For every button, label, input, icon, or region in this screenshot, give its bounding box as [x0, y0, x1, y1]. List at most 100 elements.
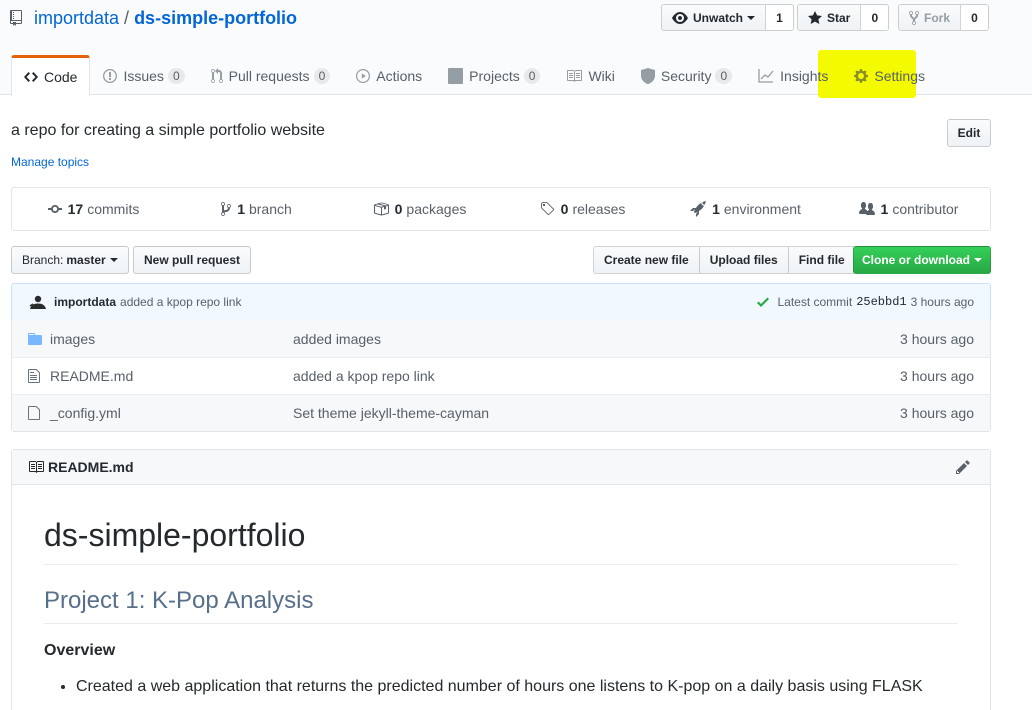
- play-icon: [356, 68, 371, 83]
- repo-owner-link[interactable]: importdata: [34, 8, 119, 29]
- commits-link[interactable]: 17 commits: [12, 188, 175, 230]
- releases-label: releases: [572, 201, 626, 217]
- tab-label: Wiki: [588, 67, 615, 84]
- table-row: _config.yml Set theme jekyll-theme-cayma…: [12, 394, 990, 431]
- find-file-button[interactable]: Find file: [788, 247, 855, 273]
- file-icon: [28, 368, 44, 384]
- repo-icon: [10, 10, 26, 26]
- readme-title: ds-simple-portfolio: [44, 517, 958, 565]
- fork-count[interactable]: 0: [960, 5, 989, 30]
- table-row: README.md added a kpop repo link 3 hours…: [12, 357, 990, 394]
- gear-icon: [854, 68, 869, 83]
- tab-security[interactable]: Security 0: [628, 55, 745, 95]
- file-name-link[interactable]: README.md: [50, 368, 293, 384]
- shield-icon: [640, 67, 655, 84]
- avatar[interactable]: [28, 292, 48, 312]
- manage-topics-link[interactable]: Manage topics: [11, 155, 89, 169]
- tab-label: Insights: [780, 67, 829, 84]
- readme-header: README.md: [12, 450, 990, 485]
- readme-overview-heading: Overview: [44, 642, 116, 659]
- file-commit-message-link[interactable]: added images: [293, 331, 900, 347]
- watch-count[interactable]: 1: [765, 5, 794, 30]
- star-label: Star: [827, 10, 851, 25]
- commit-message-link[interactable]: added a kpop repo link: [120, 295, 241, 309]
- people-icon: [858, 202, 875, 215]
- fork-button[interactable]: Fork: [899, 5, 961, 30]
- tab-projects[interactable]: Projects 0: [435, 55, 553, 95]
- new-pull-request-button[interactable]: New pull request: [133, 246, 252, 274]
- counter-badge: 0: [523, 67, 541, 84]
- file-actions-group: Create new file Upload files Find file: [593, 246, 856, 274]
- counter-badge: 0: [167, 67, 185, 84]
- tab-label: Actions: [376, 67, 423, 84]
- repo-name-link[interactable]: ds-simple-portfolio: [134, 8, 297, 29]
- tab-wiki[interactable]: Wiki: [553, 55, 627, 95]
- watch-button[interactable]: Unwatch: [662, 5, 766, 30]
- latest-commit-info: Latest commit 25ebbd1 3 hours ago: [757, 294, 974, 310]
- tab-label: Settings: [874, 67, 925, 84]
- counter-badge: 0: [313, 67, 331, 84]
- commit-icon: [47, 205, 62, 213]
- readme-panel: README.md ds-simple-portfolio Project 1:…: [11, 449, 991, 710]
- repo-title: importdata / ds-simple-portfolio: [10, 6, 297, 30]
- readme-bullet-list: Created a web application that returns t…: [44, 678, 958, 696]
- file-name-link[interactable]: _config.yml: [50, 405, 293, 421]
- releases-link[interactable]: 0 releases: [501, 188, 664, 230]
- tab-code[interactable]: Code: [11, 55, 91, 96]
- tab-insights[interactable]: Insights: [745, 55, 841, 95]
- list-item: Created a web application that returns t…: [76, 678, 958, 696]
- repo-description: a repo for creating a simple portfolio w…: [11, 122, 325, 139]
- branch-label: branch: [248, 201, 292, 217]
- file-list: images added images 3 hours ago README.m…: [11, 320, 991, 432]
- upload-files-button[interactable]: Upload files: [699, 247, 789, 273]
- branch-count: 1: [237, 201, 245, 217]
- commits-label: commits: [87, 201, 140, 217]
- star-button-group: Star 0: [797, 4, 890, 31]
- tab-actions[interactable]: Actions: [343, 55, 435, 95]
- file-age: 3 hours ago: [900, 405, 974, 421]
- branch-prefix: Branch:: [22, 253, 64, 267]
- contributors-link[interactable]: 1 contributor: [827, 188, 990, 230]
- chevron-down-icon: [974, 258, 982, 262]
- star-count[interactable]: 0: [860, 5, 889, 30]
- readme-project-heading: Project 1: K-Pop Analysis: [44, 587, 958, 624]
- fork-icon: [909, 10, 919, 25]
- file-commit-message-link[interactable]: added a kpop repo link: [293, 368, 900, 384]
- branches-link[interactable]: 1 branch: [175, 188, 338, 230]
- chevron-down-icon: [109, 258, 118, 262]
- file-name-link[interactable]: images: [50, 331, 293, 347]
- packages-link[interactable]: 0 packages: [338, 188, 501, 230]
- tab-issues[interactable]: Issues 0: [90, 55, 197, 95]
- file-age: 3 hours ago: [900, 368, 974, 384]
- clone-or-download-button[interactable]: Clone or download: [853, 246, 991, 274]
- commit-sha-link[interactable]: 25ebbd1: [856, 295, 906, 309]
- packages-label: packages: [406, 201, 467, 217]
- eye-icon: [672, 11, 688, 24]
- tab-pull-requests[interactable]: Pull requests 0: [198, 55, 344, 95]
- environment-label: environment: [723, 201, 801, 217]
- pencil-icon[interactable]: [956, 459, 974, 475]
- check-icon: [757, 297, 770, 307]
- book-icon: [29, 461, 44, 473]
- branch-select[interactable]: Branch: master: [11, 246, 129, 274]
- fork-button-group: Fork 0: [898, 4, 990, 31]
- tab-settings[interactable]: Settings: [841, 55, 938, 95]
- chevron-down-icon: [747, 15, 756, 20]
- star-button[interactable]: Star: [798, 5, 861, 30]
- environments-link[interactable]: 1 environment: [664, 188, 827, 230]
- commits-count: 17: [67, 201, 84, 217]
- tab-label: Security: [660, 67, 712, 84]
- watch-button-group: Unwatch 1: [661, 4, 795, 31]
- tab-label: Issues: [123, 67, 164, 84]
- releases-count: 0: [560, 201, 569, 217]
- commit-author-link[interactable]: importdata: [54, 295, 116, 309]
- branch-name: master: [66, 253, 106, 267]
- book-icon: [567, 69, 583, 82]
- tab-label: Pull requests: [228, 67, 310, 84]
- file-commit-message-link[interactable]: Set theme jekyll-theme-cayman: [293, 405, 900, 421]
- edit-description-button[interactable]: Edit: [947, 119, 991, 147]
- readme-file-label: README.md: [48, 459, 134, 475]
- create-new-file-button[interactable]: Create new file: [594, 247, 700, 273]
- tag-icon: [540, 202, 554, 216]
- fork-label: Fork: [924, 10, 951, 25]
